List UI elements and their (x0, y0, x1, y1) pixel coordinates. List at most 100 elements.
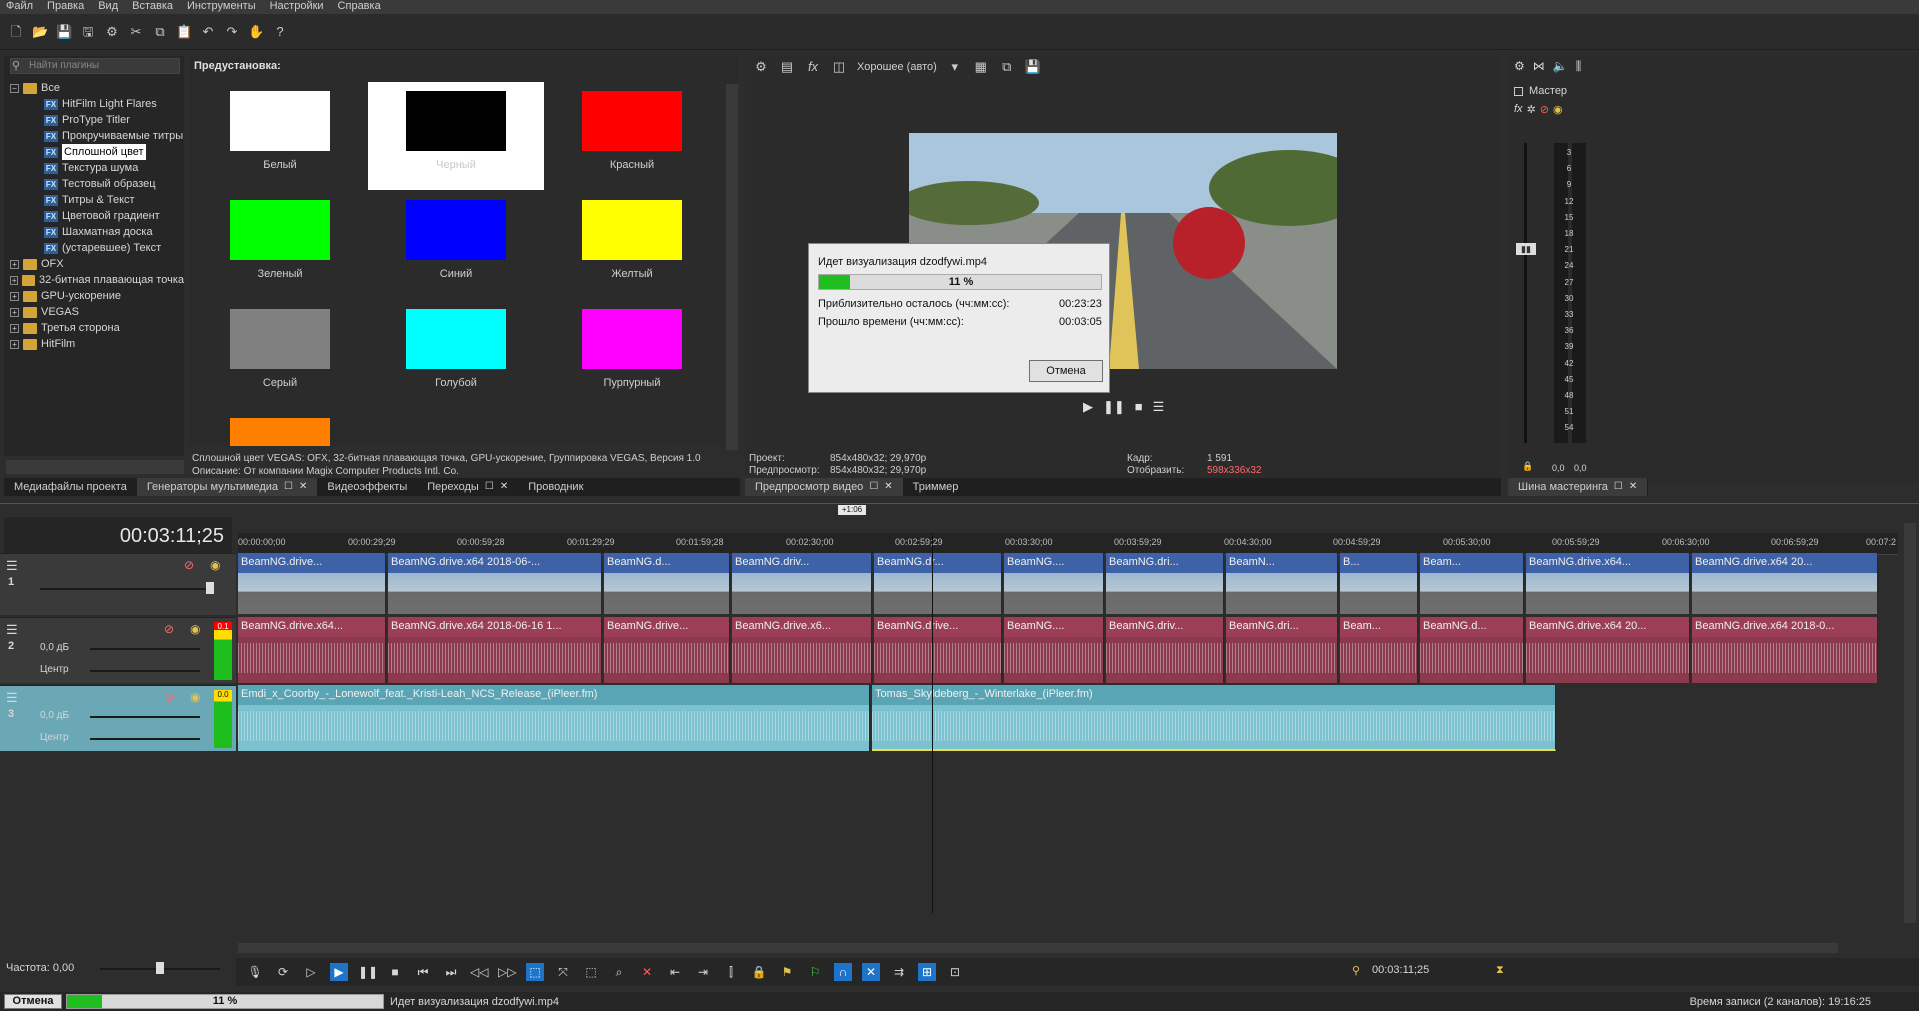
tab-media-generators[interactable]: Генераторы мультимедиа ☐ ✕ (136, 478, 318, 496)
preset-blue[interactable]: Синий (368, 191, 544, 299)
mute-icon[interactable]: ⊘ (1540, 103, 1549, 116)
tab-project-media[interactable]: Медиафайлы проекта (4, 478, 137, 496)
slider-handle[interactable] (156, 962, 164, 974)
gear-icon[interactable]: ⚙ (104, 24, 120, 40)
preset-orange[interactable] (192, 409, 368, 446)
cancel-render-button[interactable]: Отмена (1029, 360, 1103, 382)
preset-green[interactable]: Зеленый (192, 191, 368, 299)
undock-icon[interactable]: ☐ (485, 478, 494, 496)
volume-slider[interactable] (90, 716, 200, 718)
audio-clip[interactable]: BeamNG.drive... (874, 617, 1002, 683)
device-icon[interactable]: ▤ (779, 59, 795, 75)
undock-icon[interactable]: ☐ (869, 478, 878, 496)
track-3-header[interactable]: ☰ 3 ⊘ ◉ 0,0 дБ Центр 0.0 (0, 685, 236, 751)
tab-trimmer[interactable]: Триммер (903, 478, 969, 496)
new-file-icon[interactable]: 🗋 (8, 24, 24, 40)
video-clip[interactable]: BeamNG.driv... (732, 553, 872, 615)
track-menu-icon[interactable]: ☰ (6, 690, 18, 706)
video-clip[interactable]: BeamN... (1226, 553, 1338, 615)
close-icon[interactable]: ✕ (299, 478, 307, 496)
track-menu-icon[interactable]: ☰ (6, 622, 18, 638)
copy-icon[interactable]: ⧉ (152, 24, 168, 40)
plugin-search-input[interactable]: Найти плагины (10, 58, 180, 74)
pan-slider[interactable] (90, 670, 200, 672)
video-clip[interactable]: BeamNG.drive.x64 20... (1692, 553, 1878, 615)
solo-icon[interactable]: ◉ (190, 690, 200, 704)
solo-icon[interactable]: ◉ (1553, 103, 1563, 116)
delete-icon[interactable]: ✕ (638, 963, 656, 981)
menu-tools[interactable]: Инструменты (187, 0, 256, 14)
gear-icon[interactable]: ⚙ (753, 59, 769, 75)
preset-red[interactable]: Красный (544, 82, 720, 190)
undock-icon[interactable]: ☐ (284, 478, 293, 496)
track-1-header[interactable]: ☰ 1 ⊘ ◉ (0, 553, 236, 615)
timeline-vscrollbar[interactable] (1904, 523, 1916, 923)
loop-region-icon[interactable]: ⧗ (1496, 964, 1504, 977)
menu-insert[interactable]: Вставка (132, 0, 173, 14)
chevron-down-icon[interactable]: ▾ (947, 59, 963, 75)
tree-item-fx[interactable]: FX ProType Titler (10, 112, 184, 128)
video-clip[interactable]: Beam... (1420, 553, 1524, 615)
cut-icon[interactable]: ✂ (128, 24, 144, 40)
video-clip[interactable]: BeamNG.drive.x64... (1526, 553, 1690, 615)
master-fader-handle[interactable]: ▮▮ (1516, 243, 1536, 255)
go-to-end-icon[interactable]: ⏭ (442, 963, 460, 981)
stop-icon[interactable]: ■ (386, 963, 404, 981)
auto-crossfade-icon[interactable]: ✕ (862, 963, 880, 981)
preset-white[interactable]: Белый (192, 82, 368, 190)
play-from-start-icon[interactable]: ▷ (302, 963, 320, 981)
expand-icon[interactable]: + (10, 307, 19, 317)
menu-help[interactable]: Справка (338, 0, 381, 14)
tab-transitions[interactable]: Переходы ☐ ✕ (417, 478, 518, 496)
open-folder-icon[interactable]: 📂 (32, 24, 48, 40)
timeline-hscrollbar[interactable] (238, 943, 1838, 953)
fx-icon[interactable]: fx (1514, 103, 1523, 116)
preset-yellow[interactable]: Желтый (544, 191, 720, 299)
close-icon[interactable]: ✕ (884, 478, 892, 496)
opacity-slider[interactable] (40, 588, 210, 590)
timeline-timecode[interactable]: 00:03:11;25 (4, 517, 232, 555)
loop-icon[interactable]: ⟳ (274, 963, 292, 981)
preset-cyan[interactable]: Голубой (368, 300, 544, 408)
split-icon[interactable]: ⫿ (722, 963, 740, 981)
music-clip[interactable]: Emdi_x_Coorby_-_Lonewolf_feat._Kristi-Le… (238, 685, 870, 751)
stop-icon[interactable]: ■ (1135, 399, 1143, 415)
menu-options[interactable]: Настройки (270, 0, 324, 14)
record-icon[interactable]: 🎙 (246, 963, 264, 981)
tab-master-bus[interactable]: Шина мастеринга ☐ ✕ (1508, 478, 1648, 496)
audio-clip[interactable]: BeamNG.dri... (1226, 617, 1338, 683)
play-icon[interactable]: ▶ (330, 963, 348, 981)
edit-tool-icon[interactable]: ⬚ (526, 963, 544, 981)
menu-icon[interactable]: ☰ (1153, 399, 1165, 415)
tree-item-folder[interactable]: + HitFilm (10, 336, 184, 352)
envelope-tool-icon[interactable]: ⤧ (554, 963, 572, 981)
tree-item-fx[interactable]: FX Прокручиваемые титры (10, 128, 184, 144)
track-2-header[interactable]: ☰ 2 ⊘ ◉ 0,0 дБ Центр 0.1 (0, 617, 236, 683)
trim-end-icon[interactable]: ⇥ (694, 963, 712, 981)
tree-item-fx[interactable]: FX Тестовый образец (10, 176, 184, 192)
mute-icon[interactable]: ⊘ (184, 558, 194, 572)
tree-item-folder[interactable]: +32-битная плавающая точка (10, 272, 184, 288)
automation-icon[interactable]: ✲ (1527, 103, 1536, 116)
tree-item-solid-color[interactable]: FX Сплошной цвет (10, 144, 184, 160)
lock-icon[interactable]: 🔒 (750, 963, 768, 981)
expand-icon[interactable]: + (10, 323, 19, 333)
go-to-start-icon[interactable]: ⏮ (414, 963, 432, 981)
tab-explorer[interactable]: Проводник (518, 478, 593, 496)
marker-icon[interactable]: ⚑ (778, 963, 796, 981)
expand-icon[interactable]: + (10, 339, 19, 349)
audio-clip[interactable]: BeamNG.drive... (604, 617, 730, 683)
collapse-icon[interactable]: − (10, 83, 19, 93)
video-clip[interactable]: BeamNG.dri... (1106, 553, 1224, 615)
tree-item-folder[interactable]: + GPU-ускорение (10, 288, 184, 304)
status-cancel-button[interactable]: Отмена (4, 994, 62, 1009)
tree-item-folder[interactable]: + VEGAS (10, 304, 184, 320)
presets-scrollbar[interactable] (726, 84, 738, 450)
save-as-icon[interactable]: 🖫 (80, 24, 96, 40)
speaker-icon[interactable]: 🔈 (1553, 59, 1568, 74)
menu-view[interactable]: Вид (98, 0, 118, 14)
audio-clip[interactable]: BeamNG.... (1004, 617, 1104, 683)
tree-item-all[interactable]: − Все (10, 80, 184, 96)
preset-black-selected[interactable]: Черный (368, 82, 544, 190)
video-clip[interactable]: BeamNG.... (1004, 553, 1104, 615)
